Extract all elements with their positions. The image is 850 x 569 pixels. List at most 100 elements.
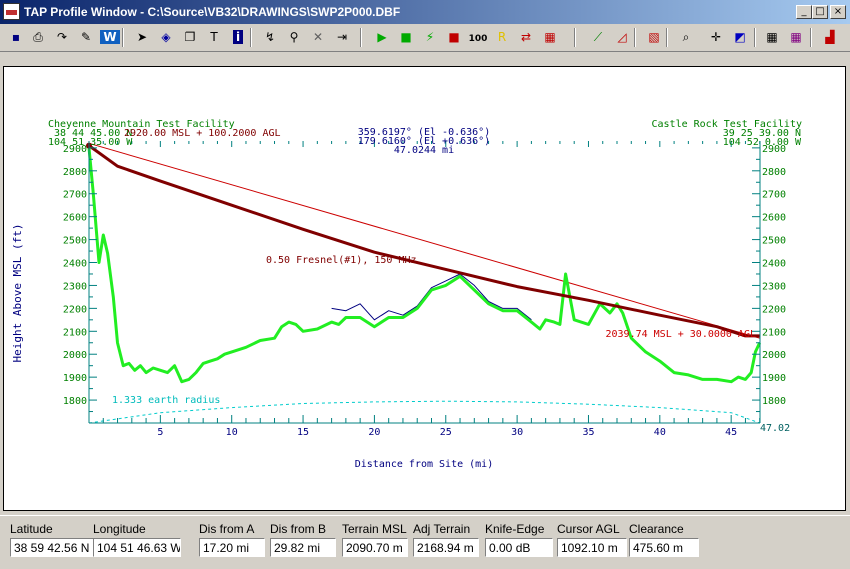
- save-button[interactable]: ▪: [6, 27, 26, 47]
- app-icon: [3, 3, 20, 20]
- route-button[interactable]: ↯: [260, 27, 280, 47]
- w-button[interactable]: W: [100, 27, 120, 47]
- minimize-button[interactable]: _: [796, 5, 812, 19]
- w-icon: W: [100, 30, 120, 44]
- text-tool-button[interactable]: T: [204, 27, 224, 47]
- hatch-button[interactable]: ▧: [644, 27, 664, 47]
- y-axis-title: Height Above MSL (ft): [11, 223, 24, 362]
- red-square-button[interactable]: ■: [444, 27, 464, 47]
- y-tick-label-left: 2300: [63, 281, 87, 292]
- x-tick-label: 20: [368, 427, 380, 438]
- green-square-button[interactable]: ■: [396, 27, 416, 47]
- y-tick-label-right: 2100: [762, 327, 786, 338]
- toolbar-separator: [360, 28, 362, 47]
- route-icon: ↯: [264, 30, 276, 44]
- right-site-elevation: 2039.74 MSL + 30.0000 AGL: [605, 329, 756, 340]
- x-tick-label: 40: [654, 427, 666, 438]
- layers-icon: ◩: [734, 30, 746, 44]
- yellow-r-button[interactable]: R: [492, 27, 512, 47]
- terrain-fill-button[interactable]: ◿: [612, 27, 632, 47]
- status-field-cursor-agl: Cursor AGL 1092.10 m: [557, 522, 627, 557]
- status-bar: Latitude 38 59 42.56 N Longitude 104 51 46.…: [0, 515, 850, 569]
- toolbar-separator: [250, 28, 252, 47]
- crosshair-icon: ✛: [710, 30, 722, 44]
- toolbar-separator: [574, 28, 576, 47]
- x-tick-label: 15: [297, 427, 309, 438]
- copy-button[interactable]: ❐: [180, 27, 200, 47]
- red-swap-button[interactable]: ⇄: [516, 27, 536, 47]
- toolbar: ▪ ⎙ ↷ ✎ W ➤ ◈ ❐ Ti ↯ ⚲ ✕ ⇥ ▶ ■ ⚡ ■ 100 R ⇄ ▦ ⟋ ◿ ▧ ⌕ ✛ ◩ ▦ ▦ ▟: [0, 25, 850, 52]
- search-icon: ⌕: [682, 30, 690, 44]
- zoom-100-icon: 100: [468, 34, 488, 44]
- red-grid-button[interactable]: ▦: [540, 27, 560, 47]
- status-field-terrain-msl: Terrain MSL 2090.70 m: [342, 522, 408, 557]
- redo-arrow-button[interactable]: ↷: [52, 27, 72, 47]
- magnify-icon: ⚲: [289, 30, 299, 44]
- y-tick-label-left: 2600: [63, 213, 87, 224]
- text-tool-icon: T: [210, 30, 218, 44]
- green-play-button[interactable]: ▶: [372, 27, 392, 47]
- magnify-button[interactable]: ⚲: [284, 27, 304, 47]
- x-tick-label: 35: [582, 427, 594, 438]
- profile-chart[interactable]: 5 10 15 20 25 30 35 40 45 1800 1800 1900 1900 2000 200…: [4, 67, 845, 510]
- exit-button[interactable]: ⇥: [332, 27, 352, 47]
- y-tick-label-right: 2700: [762, 190, 786, 201]
- toolbar-separator: [634, 28, 636, 47]
- y-tick-label-left: 2500: [63, 236, 87, 247]
- close-button[interactable]: ×: [830, 5, 846, 19]
- save-icon: ▪: [11, 30, 21, 44]
- color-grid-button[interactable]: ▦: [762, 27, 782, 47]
- zoom-100-button[interactable]: 100: [468, 27, 488, 47]
- y-tick-label-right: 2500: [762, 236, 786, 247]
- terrain-line-button[interactable]: ⟋: [588, 27, 608, 47]
- red-swap-icon: ⇄: [520, 30, 532, 44]
- y-tick-label-left: 1900: [63, 373, 87, 384]
- line-of-sight-series-line: [88, 142, 760, 339]
- left-site-coords-lon: 104 51 35.00 W: [48, 137, 133, 148]
- status-value: 2168.94 m: [413, 538, 479, 557]
- edit-notes-icon: ✎: [80, 30, 92, 44]
- green-play-icon: ▶: [377, 30, 387, 44]
- terrain-line-icon: ⟋: [593, 30, 603, 44]
- y-tick-label-left: 2100: [63, 327, 87, 338]
- layers-button[interactable]: ◩: [730, 27, 750, 47]
- green-wand-button[interactable]: ⚡: [420, 27, 440, 47]
- earth-radius-label: 1.333 earth radius: [112, 395, 220, 406]
- pointer-button[interactable]: ➤: [132, 27, 152, 47]
- copy-icon: ❐: [184, 30, 196, 44]
- status-label: Dis from A: [199, 522, 255, 536]
- x-axis-end-label: 47.02: [760, 423, 790, 434]
- y-tick-label-left: 2700: [63, 190, 87, 201]
- color-grid-icon: ▦: [766, 30, 778, 44]
- x-tick-label: 10: [226, 427, 238, 438]
- print-button[interactable]: ⎙: [28, 27, 48, 47]
- delete-icon: ✕: [312, 30, 324, 44]
- pointer-icon: ➤: [136, 30, 148, 44]
- window-title: TAP Profile Window - C:\Source\VB32\DRAW…: [24, 5, 401, 19]
- bar-chart-button[interactable]: ▟: [820, 27, 840, 47]
- edit-notes-button[interactable]: ✎: [76, 27, 96, 47]
- fill-icon: ◈: [161, 30, 171, 44]
- crosshair-button[interactable]: ✛: [706, 27, 726, 47]
- status-label: Adj Terrain: [413, 522, 471, 536]
- status-value: 38 59 42.56 N: [10, 538, 94, 557]
- info-icon: i: [232, 30, 244, 44]
- delete-button[interactable]: ✕: [308, 27, 328, 47]
- info-button[interactable]: i: [228, 27, 248, 47]
- status-label: Knife-Edge: [485, 522, 545, 536]
- x-axis-title: Distance from Site (mi): [355, 459, 493, 470]
- status-label: Longitude: [93, 522, 146, 536]
- y-tick-label-left: 2800: [63, 167, 87, 178]
- x-tick-label: 5: [157, 427, 163, 438]
- fill-button[interactable]: ◈: [156, 27, 176, 47]
- y-tick-label-right: 2400: [762, 259, 786, 270]
- y-tick-label-right: 1800: [762, 396, 786, 407]
- color-palette-button[interactable]: ▦: [786, 27, 806, 47]
- maximize-button[interactable]: □: [812, 5, 828, 19]
- y-tick-label-right: 2200: [762, 304, 786, 315]
- search-button[interactable]: ⌕: [676, 27, 696, 47]
- status-field-longitude: Longitude 104 51 46.63 W: [93, 522, 181, 557]
- color-palette-icon: ▦: [790, 30, 802, 44]
- status-value: 29.82 mi: [270, 538, 336, 557]
- profile-plot-area[interactable]: 5 10 15 20 25 30 35 40 45 1800 1800 1900 1900 2000 200…: [3, 66, 846, 511]
